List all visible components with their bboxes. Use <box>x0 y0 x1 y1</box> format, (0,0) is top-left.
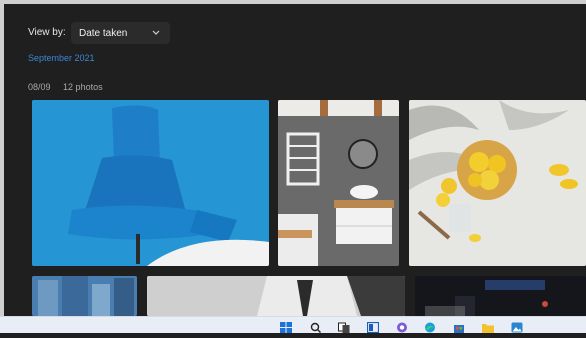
bathroom-image <box>278 100 399 266</box>
photo-thumbnail-lemons[interactable] <box>409 100 586 266</box>
month-heading-link[interactable]: September 2021 <box>28 53 95 63</box>
man-in-tie-image <box>147 276 405 316</box>
task-view-icon[interactable] <box>338 320 350 333</box>
photo-thumbnail-night-city[interactable] <box>415 276 586 316</box>
group-date: 08/09 <box>28 82 51 92</box>
chevron-down-icon <box>152 30 160 35</box>
view-by-selected-value: Date taken <box>79 28 128 39</box>
photo-thumbnail-city-buildings[interactable] <box>32 276 137 316</box>
photos-icon[interactable] <box>511 320 523 333</box>
view-by-label: View by: <box>28 27 66 38</box>
lemons-image <box>409 100 586 266</box>
store-icon[interactable] <box>453 320 465 333</box>
view-by-dropdown[interactable]: Date taken <box>71 22 170 44</box>
search-icon[interactable] <box>310 320 322 333</box>
city-buildings-image <box>32 276 137 316</box>
group-photo-count: 12 photos <box>63 82 103 92</box>
photo-thumbnail-blue-chair[interactable] <box>32 100 269 266</box>
windows-start-icon[interactable] <box>280 320 292 333</box>
photo-thumbnail-man-in-tie[interactable] <box>147 276 405 316</box>
teams-chat-icon[interactable] <box>396 320 408 333</box>
edge-icon[interactable] <box>424 320 436 333</box>
photos-app-window: View by: Date taken September 2021 08/09… <box>0 0 586 334</box>
blue-chair-image <box>32 100 269 266</box>
night-city-image <box>415 276 586 316</box>
windows-taskbar <box>0 316 586 334</box>
date-group-header: 08/09 12 photos <box>28 82 113 92</box>
widgets-icon[interactable] <box>366 320 380 334</box>
photo-thumbnail-bathroom[interactable] <box>278 100 399 266</box>
file-explorer-icon[interactable] <box>482 320 494 333</box>
